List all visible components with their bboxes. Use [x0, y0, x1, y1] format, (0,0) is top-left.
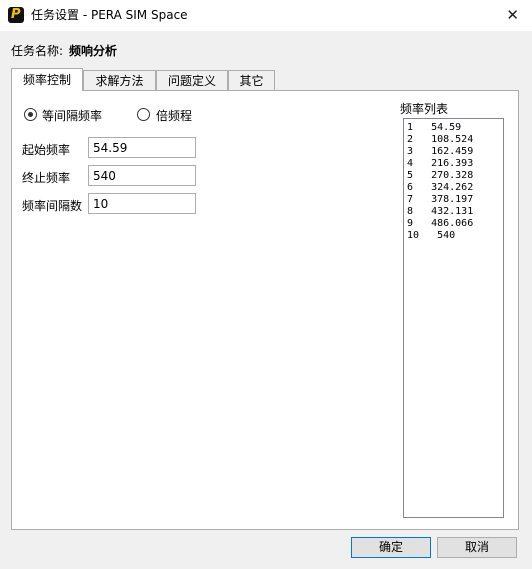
list-item[interactable]: 10 540	[407, 230, 503, 242]
task-name-row: 任务名称: 频响分析	[11, 42, 117, 59]
list-item[interactable]: 9 486.066	[407, 218, 503, 230]
list-item[interactable]: 2 108.524	[407, 134, 503, 146]
list-item[interactable]: 7 378.197	[407, 194, 503, 206]
radio-selected-dot	[28, 112, 33, 117]
tab-other[interactable]: 其它	[228, 70, 275, 90]
radio-octave-label[interactable]: 倍频程	[156, 107, 192, 124]
cancel-button[interactable]: 取消	[437, 537, 517, 558]
title-bar: P 任务设置 - PERA SIM Space ✕	[0, 0, 532, 31]
ok-button[interactable]: 确定	[351, 537, 431, 558]
end-frequency-label: 终止频率	[22, 171, 71, 185]
list-item[interactable]: 5 270.328	[407, 170, 503, 182]
close-icon[interactable]: ✕	[506, 0, 519, 31]
window-title: 任务设置 - PERA SIM Space	[31, 8, 188, 22]
frequency-list[interactable]: 1 54.59 2 108.524 3 162.459 4 216.393 5 …	[403, 118, 504, 518]
interval-count-input[interactable]	[88, 193, 196, 214]
list-item[interactable]: 3 162.459	[407, 146, 503, 158]
task-name-value: 频响分析	[69, 44, 118, 58]
radio-equal-interval-label[interactable]: 等间隔频率	[42, 107, 102, 124]
tab-problem-definition[interactable]: 问题定义	[156, 70, 228, 90]
list-item[interactable]: 8 432.131	[407, 206, 503, 218]
start-frequency-label: 起始频率	[22, 143, 71, 157]
end-frequency-input[interactable]	[88, 165, 196, 186]
tab-solve-method[interactable]: 求解方法	[83, 70, 156, 90]
radio-equal-interval[interactable]	[24, 108, 37, 121]
tab-frequency-control[interactable]: 频率控制	[11, 68, 83, 91]
list-item[interactable]: 1 54.59	[407, 122, 503, 134]
radio-octave[interactable]	[137, 108, 150, 121]
frequency-list-title: 频率列表	[400, 102, 449, 116]
app-logo-icon: P	[8, 7, 24, 23]
start-frequency-input[interactable]	[88, 137, 196, 158]
list-item[interactable]: 4 216.393	[407, 158, 503, 170]
interval-count-label: 频率间隔数	[22, 199, 83, 213]
task-name-label: 任务名称:	[11, 44, 64, 58]
list-item[interactable]: 6 324.262	[407, 182, 503, 194]
